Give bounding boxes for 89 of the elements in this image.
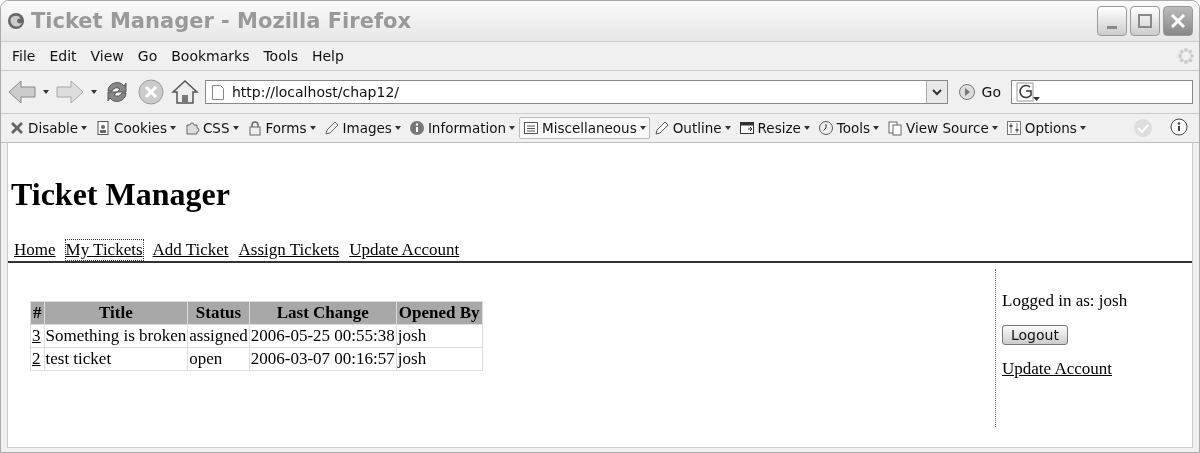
caret-icon — [91, 90, 97, 94]
caret-icon — [724, 126, 731, 130]
caret-icon — [309, 126, 316, 130]
chevron-down-icon — [931, 88, 942, 96]
table-cell: test ticket — [44, 347, 188, 371]
table-cell: josh — [396, 347, 483, 371]
clipboard-icon — [887, 120, 904, 136]
menu-item[interactable]: File — [5, 48, 43, 64]
caret-icon — [873, 126, 880, 130]
toolbar-menu-button[interactable]: Disable — [5, 117, 92, 139]
home-icon[interactable] — [171, 78, 199, 106]
toolbar-menu-button[interactable]: Tools — [813, 117, 884, 139]
nav-link[interactable]: My Tickets — [64, 239, 144, 261]
table-cell: josh — [396, 324, 483, 348]
firefox-icon — [7, 12, 25, 30]
clock-icon — [817, 120, 834, 136]
table-cell: Something is broken — [44, 324, 188, 348]
document-icon — [95, 120, 112, 136]
column-header: Title — [44, 301, 188, 325]
caret-icon — [394, 126, 401, 130]
menu-item[interactable]: Edit — [42, 48, 84, 64]
toolbar-menu-button[interactable]: Resize — [734, 117, 814, 139]
info-icon — [408, 120, 425, 136]
menu-item[interactable]: Help — [304, 48, 351, 64]
pencil-icon — [653, 120, 670, 136]
logout-button[interactable]: Logout — [1002, 325, 1068, 345]
caret-icon — [43, 90, 49, 94]
table-cell: open — [187, 347, 250, 371]
nav-link[interactable]: Assign Tickets — [237, 239, 341, 261]
address-field[interactable]: http://localhost/chap12/ — [205, 80, 948, 104]
search-field[interactable] — [1011, 80, 1193, 104]
caret-icon — [639, 126, 646, 130]
nav-link[interactable]: Update Account — [348, 239, 461, 261]
menu-item[interactable]: Tools — [256, 48, 305, 64]
caret-icon — [1079, 126, 1086, 130]
minimize-button[interactable] — [1097, 6, 1127, 36]
window-icon — [738, 120, 755, 136]
toolbar-menu-button[interactable]: Miscellaneous — [519, 117, 650, 139]
caret-icon — [509, 126, 516, 130]
back-arrow-icon[interactable] — [7, 79, 37, 105]
toolbar-menu-button[interactable]: Outline — [649, 117, 735, 139]
menu-item[interactable]: Go — [130, 48, 165, 64]
toolbar-menu-button[interactable]: Cookies — [91, 117, 180, 139]
maximize-button[interactable] — [1130, 6, 1160, 36]
login-status: Logged in as: josh — [1002, 291, 1128, 311]
table-cell: assigned — [187, 324, 250, 348]
column-header: Opened By — [396, 301, 483, 325]
toolbar-menu-button[interactable]: View Source — [883, 117, 1002, 139]
minimize-icon — [1107, 25, 1117, 29]
checkmark-icon — [1133, 118, 1153, 138]
go-button[interactable]: Go — [953, 83, 1005, 101]
x-icon — [9, 120, 25, 136]
puzzle-icon — [183, 120, 200, 136]
menu-item[interactable]: View — [83, 48, 131, 64]
caret-icon — [991, 126, 998, 130]
toolbar-menu-button[interactable]: Options — [1001, 117, 1090, 139]
menu-item[interactable]: Bookmarks — [164, 48, 257, 64]
table-cell: 2006-03-07 00:16:57 — [249, 347, 397, 371]
update-account-link[interactable]: Update Account — [1002, 359, 1112, 379]
nav-link[interactable]: Add Ticket — [151, 239, 230, 261]
caret-icon — [81, 126, 88, 130]
table-cell: 2006-05-25 00:55:38 — [249, 324, 397, 348]
caret-icon — [169, 126, 176, 130]
toolbar-menu-button[interactable]: Information — [404, 117, 520, 139]
page-icon — [212, 84, 224, 100]
toolbar-menu-button[interactable]: Forms — [242, 117, 320, 139]
column-header: # — [30, 301, 44, 325]
window-title: Ticket Manager - Mozilla Firefox — [31, 9, 412, 33]
maximize-icon — [1137, 13, 1153, 29]
lock-icon — [246, 120, 263, 136]
throbber-icon — [1177, 47, 1195, 65]
column-header: Status — [187, 301, 250, 325]
toolbar-menu-button[interactable]: CSS — [179, 117, 243, 139]
close-button[interactable] — [1163, 6, 1193, 36]
nav-link[interactable]: Home — [13, 239, 57, 261]
pencil-icon — [323, 120, 340, 136]
dropdown-button[interactable] — [925, 81, 947, 103]
info-icon[interactable] — [1169, 118, 1189, 138]
caret-icon — [803, 126, 810, 130]
toolbar-menu-button[interactable]: Images — [319, 117, 405, 139]
play-icon — [957, 83, 976, 101]
close-icon — [1170, 13, 1186, 29]
list-icon — [523, 120, 540, 136]
stop-icon[interactable] — [137, 78, 165, 106]
caret-icon — [232, 126, 239, 130]
column-header: Last Change — [249, 301, 397, 325]
sliders-icon — [1005, 120, 1022, 136]
search-engine-icon[interactable] — [1016, 82, 1042, 102]
page-heading: Ticket Manager — [11, 176, 231, 213]
